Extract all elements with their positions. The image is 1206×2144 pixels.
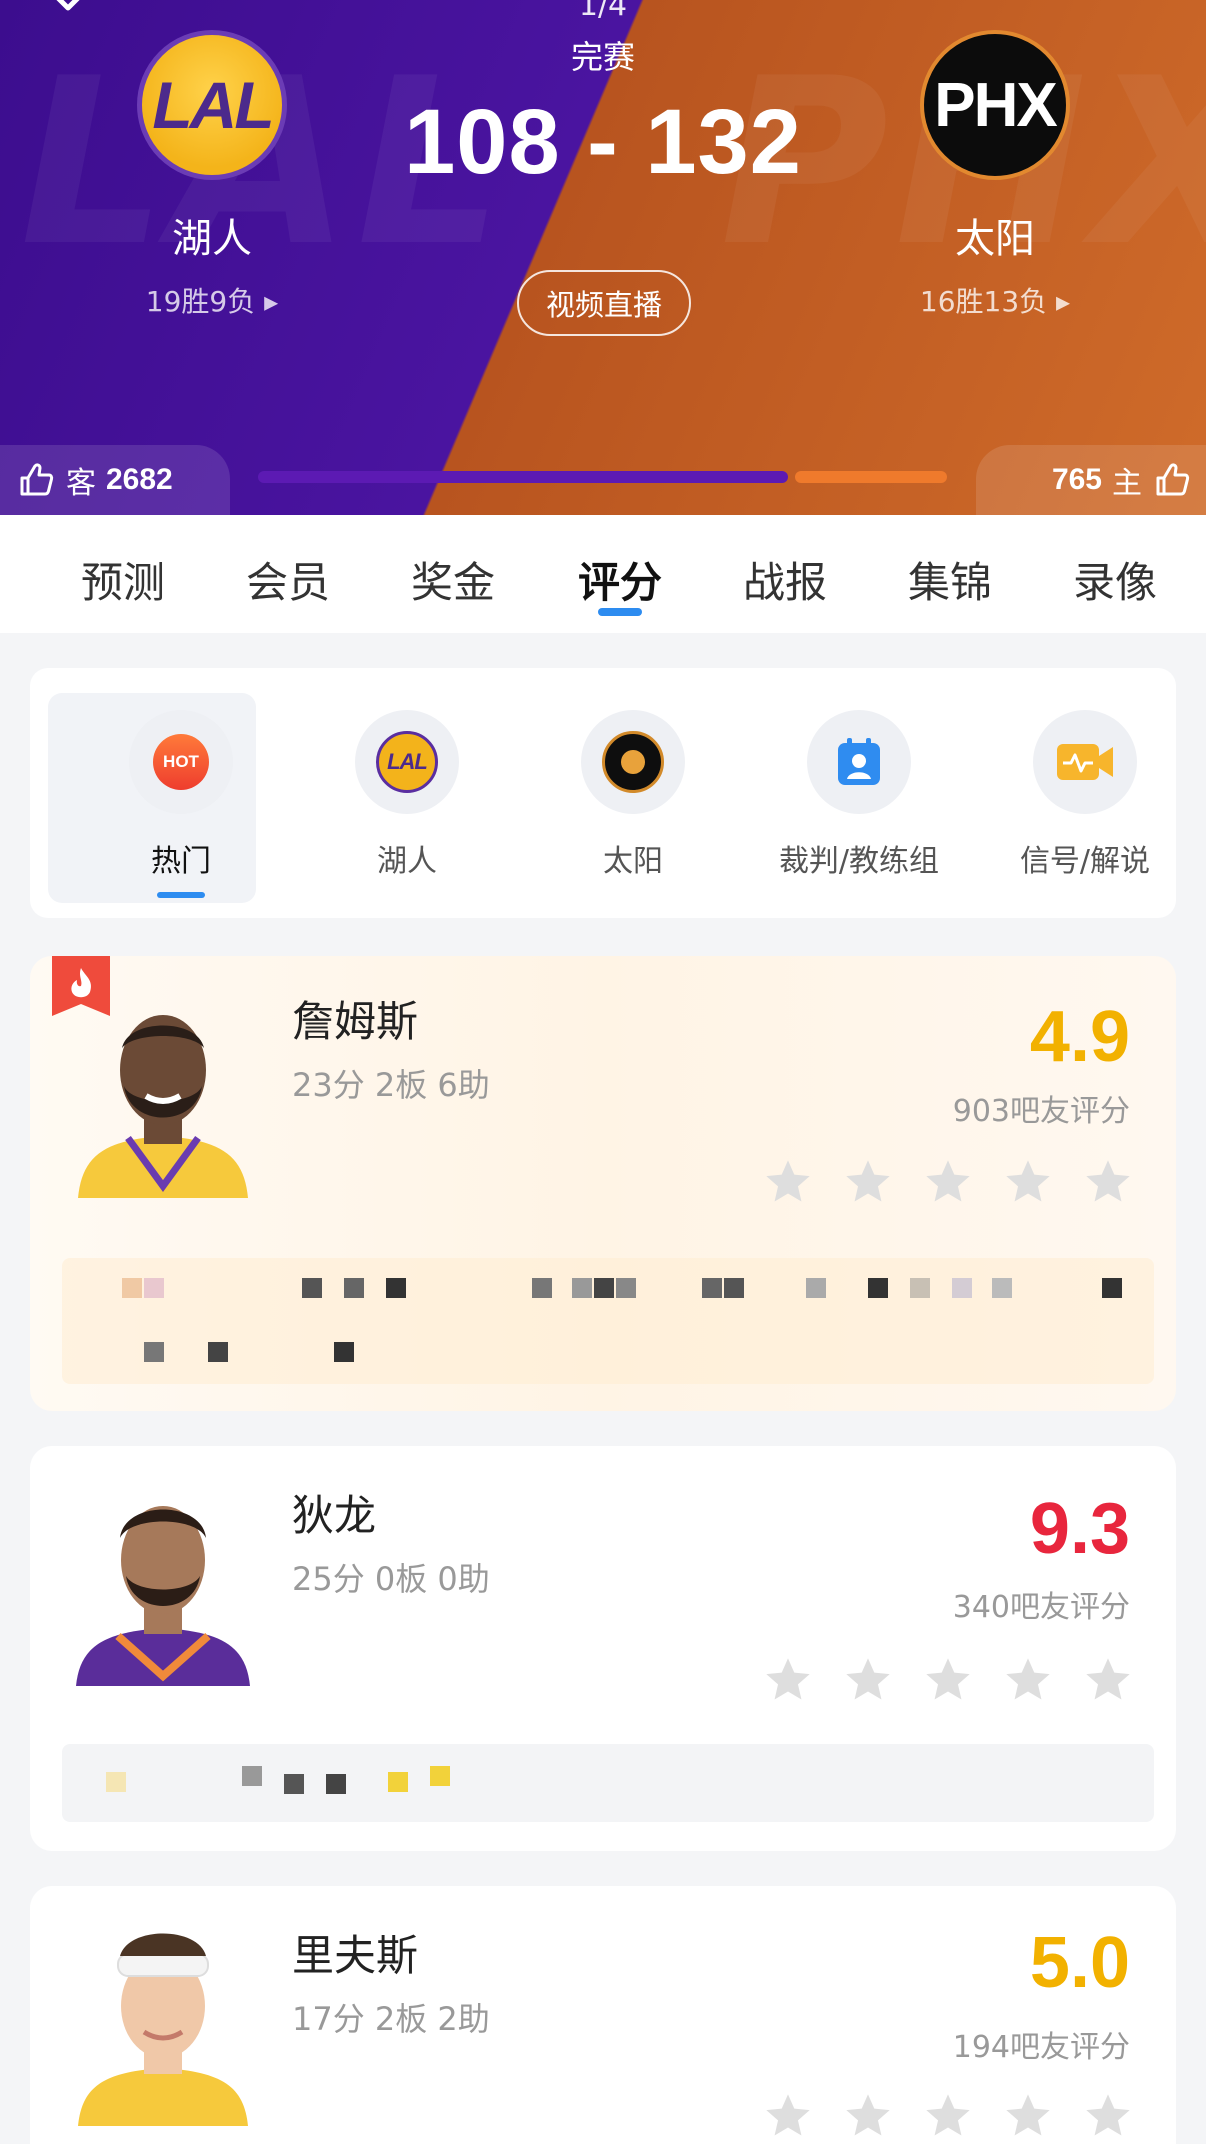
star-icon[interactable]: [762, 2090, 814, 2142]
star-icon[interactable]: [842, 1654, 894, 1706]
star-icon[interactable]: [922, 1156, 974, 1208]
video-camera-icon: [1057, 744, 1113, 780]
player-stats: 17分 2板 2助: [292, 2000, 490, 2038]
tab-highlights[interactable]: 集锦: [895, 549, 1005, 610]
game-header: LAL PHX 1/4 完赛 108 - 132 LAL PHX 湖人 太阳 1…: [0, 0, 1206, 515]
home-like-count: 765: [1051, 463, 1102, 496]
player-rating-card[interactable]: 狄龙 25分 0板 0助 9.3 340吧友评分: [30, 1446, 1176, 1851]
home-team-record[interactable]: 16胜13负 ▸: [865, 280, 1125, 320]
star-icon[interactable]: [922, 1654, 974, 1706]
rating-filter-bar: HOT 热门 LAL 湖人 太阳 裁判/教练组 信号/解说: [30, 668, 1176, 918]
star-icon[interactable]: [922, 2090, 974, 2142]
player-name: 詹姆斯: [292, 997, 419, 1046]
star-icon[interactable]: [762, 1654, 814, 1706]
star-icon[interactable]: [1082, 1156, 1134, 1208]
tab-report[interactable]: 战报: [730, 549, 840, 610]
active-tab-indicator: [598, 608, 642, 616]
rating-stars[interactable]: [762, 1156, 1134, 1208]
blurred-comment: [62, 1744, 1154, 1822]
star-icon[interactable]: [842, 1156, 894, 1208]
home-support-bar: [795, 471, 947, 483]
player-rating-card[interactable]: 里夫斯 17分 2板 2助 5.0 194吧友评分: [30, 1886, 1176, 2144]
player-vote-count: 194吧友评分: [952, 2030, 1130, 2065]
tab-rating[interactable]: 评分: [565, 549, 675, 610]
away-team-name[interactable]: 湖人: [82, 206, 342, 264]
referee-badge-icon: [838, 738, 880, 785]
home-like-button[interactable]: 765 主: [976, 445, 1206, 515]
player-name: 里夫斯: [292, 1931, 419, 1980]
away-like-button[interactable]: 客 2682: [0, 445, 230, 515]
away-side-label: 客: [66, 466, 96, 501]
away-team-record[interactable]: 19胜9负 ▸: [82, 280, 342, 320]
active-filter-indicator: [157, 892, 205, 898]
rating-stars[interactable]: [762, 2090, 1134, 2142]
away-support-bar: [258, 471, 788, 483]
player-avatar: [58, 1476, 268, 1686]
blurred-comment: [62, 1258, 1154, 1384]
rating-stars[interactable]: [762, 1654, 1134, 1706]
player-avatar: [58, 1916, 268, 2126]
hot-icon: HOT: [153, 734, 209, 790]
player-rating-card[interactable]: 詹姆斯 23分 2板 6助 4.9 903吧友评分: [30, 956, 1176, 1411]
suns-logo-icon: [602, 731, 664, 793]
filter-broadcast[interactable]: 信号/解说: [982, 668, 1188, 918]
player-rating: 5.0: [1029, 1923, 1130, 2003]
star-icon[interactable]: [842, 2090, 894, 2142]
player-stats: 25分 0板 0助: [292, 1560, 490, 1598]
lakers-logo-icon[interactable]: LAL: [137, 30, 287, 180]
star-icon[interactable]: [1002, 1654, 1054, 1706]
tab-member[interactable]: 会员: [233, 549, 343, 610]
home-team-name[interactable]: 太阳: [865, 206, 1125, 264]
filter-hot[interactable]: HOT 热门: [48, 668, 284, 918]
live-video-button[interactable]: 视频直播: [517, 270, 691, 336]
player-rating: 4.9: [1029, 997, 1130, 1077]
filter-label: 信号/解说: [1019, 844, 1151, 879]
player-vote-count: 340吧友评分: [952, 1590, 1130, 1625]
filter-lakers[interactable]: LAL 湖人: [304, 668, 510, 918]
star-icon[interactable]: [762, 1156, 814, 1208]
player-name: 狄龙: [292, 1491, 377, 1540]
player-stats: 23分 2板 6助: [292, 1066, 490, 1104]
player-vote-count: 903吧友评分: [952, 1094, 1130, 1129]
thumbs-up-icon: [1156, 463, 1190, 496]
thumbs-up-icon: [20, 463, 54, 496]
star-icon[interactable]: [1082, 1654, 1134, 1706]
filter-suns[interactable]: 太阳: [530, 668, 736, 918]
lakers-logo-icon: LAL: [376, 731, 438, 793]
star-icon[interactable]: [1082, 2090, 1134, 2142]
filter-referees[interactable]: 裁判/教练组: [756, 668, 962, 918]
star-icon[interactable]: [1002, 2090, 1054, 2142]
tab-bonus[interactable]: 奖金: [398, 549, 508, 610]
away-like-count: 2682: [106, 463, 173, 496]
suns-logo-icon[interactable]: PHX: [920, 30, 1070, 180]
tab-replay[interactable]: 录像: [1060, 549, 1170, 610]
player-rating: 9.3: [1029, 1489, 1130, 1569]
star-icon[interactable]: [1002, 1156, 1054, 1208]
home-side-label: 主: [1112, 466, 1142, 501]
game-period: 1/4: [578, 0, 628, 23]
player-avatar: [58, 988, 268, 1198]
tab-predict[interactable]: 预测: [68, 549, 178, 610]
